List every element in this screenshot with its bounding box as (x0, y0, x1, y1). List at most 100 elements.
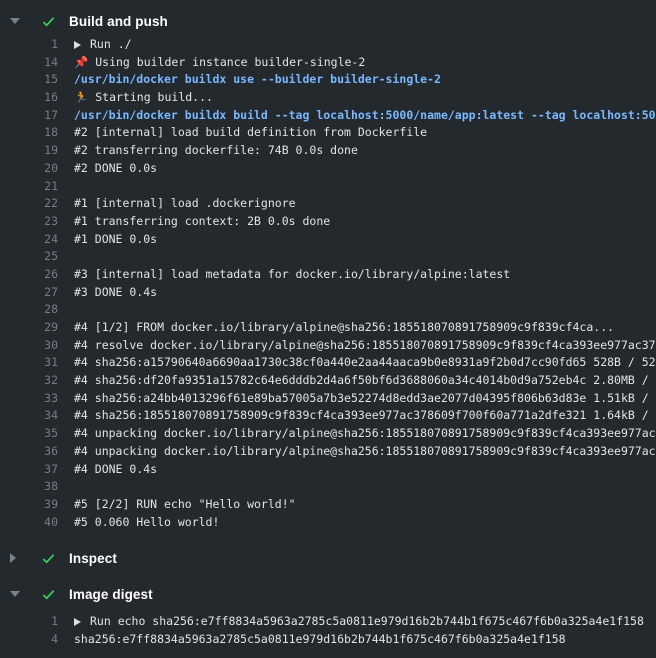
log-line: 1 Run echo sha256:e7ff8834a5963a2785c5a0… (0, 613, 656, 631)
line-number[interactable]: 15 (0, 71, 58, 89)
check-icon (41, 13, 57, 29)
check-icon (41, 586, 57, 602)
line-number[interactable]: 37 (0, 461, 58, 479)
log-line: 40 #5 0.060 Hello world! (0, 514, 656, 532)
log-line: 14 📌 Using builder instance builder-sing… (0, 54, 656, 72)
log-line: 18 #2 [internal] load build definition f… (0, 124, 656, 142)
log-line: 26 #3 [internal] load metadata for docke… (0, 266, 656, 284)
log-text: #5 [2/2] RUN echo "Hello world!" (74, 496, 296, 514)
log-line: 31 #4 sha256:a15790640a6690aa1730c38cf0a… (0, 354, 656, 372)
log-text: #4 unpacking docker.io/library/alpine@sh… (74, 425, 656, 443)
section-log-lines: 1 Run echo sha256:e7ff8834a5963a2785c5a0… (0, 609, 656, 648)
section-header-build-and-push[interactable]: Build and push (0, 6, 656, 36)
log-text: sha256:e7ff8834a5963a2785c5a0811e979d16b… (74, 631, 566, 649)
line-number[interactable]: 36 (0, 443, 58, 461)
log-text: #4 sha256:a15790640a6690aa1730c38cf0a440… (74, 354, 656, 372)
log-line: 4 sha256:e7ff8834a5963a2785c5a0811e979d1… (0, 631, 656, 649)
line-number[interactable]: 38 (0, 478, 58, 496)
log-text: /usr/bin/docker buildx use --builder bui… (74, 71, 441, 89)
log-line: 28 (0, 301, 656, 319)
line-number[interactable]: 32 (0, 372, 58, 390)
line-number[interactable]: 17 (0, 107, 58, 125)
check-icon (41, 550, 57, 566)
run-expand-icon[interactable] (74, 618, 81, 626)
log-line: 27 #3 DONE 0.4s (0, 284, 656, 302)
line-number[interactable]: 29 (0, 319, 58, 337)
log-line: 29 #4 [1/2] FROM docker.io/library/alpin… (0, 319, 656, 337)
log-line: 17 /usr/bin/docker buildx build --tag lo… (0, 107, 656, 125)
log-line: 25 (0, 248, 656, 266)
log-line: 35 #4 unpacking docker.io/library/alpine… (0, 425, 656, 443)
log-text: #4 unpacking docker.io/library/alpine@sh… (74, 443, 656, 461)
line-number[interactable]: 26 (0, 266, 58, 284)
log-text: #3 [internal] load metadata for docker.i… (74, 266, 510, 284)
chevron-down-icon[interactable] (10, 18, 20, 24)
log-line: 19 #2 transferring dockerfile: 74B 0.0s … (0, 142, 656, 160)
line-number[interactable]: 18 (0, 124, 58, 142)
line-number[interactable]: 33 (0, 390, 58, 408)
chevron-down-icon[interactable] (10, 591, 20, 597)
section-title: Build and push (69, 14, 168, 29)
line-number[interactable]: 16 (0, 89, 58, 107)
line-number[interactable]: 24 (0, 231, 58, 249)
log-text: #2 [internal] load build definition from… (74, 124, 427, 142)
line-number[interactable]: 4 (0, 631, 58, 649)
log-text: /usr/bin/docker buildx build --tag local… (74, 107, 656, 125)
section-log-lines: 1 Run ./ 14 📌 Using builder instance bui… (0, 36, 656, 531)
line-number[interactable]: 34 (0, 407, 58, 425)
log-line: 1 Run ./ (0, 36, 656, 54)
line-number[interactable]: 27 (0, 284, 58, 302)
section-title: Inspect (69, 551, 117, 566)
log-line: 39 #5 [2/2] RUN echo "Hello world!" (0, 496, 656, 514)
log-line: 20 #2 DONE 0.0s (0, 160, 656, 178)
workflow-log: Build and push 1 Run ./ 14 📌 Using build… (0, 0, 656, 649)
log-line: 36 #4 unpacking docker.io/library/alpine… (0, 443, 656, 461)
log-line: 34 #4 sha256:185518070891758909c9f839cf4… (0, 407, 656, 425)
log-line: 22 #1 [internal] load .dockerignore (0, 195, 656, 213)
line-number[interactable]: 20 (0, 160, 58, 178)
log-section-inspect: Inspect (0, 543, 656, 573)
log-text: #1 DONE 0.0s (74, 231, 157, 249)
log-line: 37 #4 DONE 0.4s (0, 461, 656, 479)
line-number[interactable]: 25 (0, 248, 58, 266)
log-text: #4 sha256:185518070891758909c9f839cf4ca3… (74, 407, 656, 425)
chevron-right-icon[interactable] (10, 553, 16, 563)
line-number[interactable]: 39 (0, 496, 58, 514)
section-header-inspect[interactable]: Inspect (0, 543, 656, 573)
section-title: Image digest (69, 587, 153, 602)
line-number[interactable]: 23 (0, 213, 58, 231)
line-number[interactable]: 40 (0, 514, 58, 532)
log-line: 15 /usr/bin/docker buildx use --builder … (0, 71, 656, 89)
line-number[interactable]: 19 (0, 142, 58, 160)
line-number[interactable]: 30 (0, 337, 58, 355)
log-text: Run echo sha256:e7ff8834a5963a2785c5a081… (90, 613, 644, 631)
line-number[interactable]: 28 (0, 301, 58, 319)
log-text: #4 DONE 0.4s (74, 461, 157, 479)
log-text: #4 resolve docker.io/library/alpine@sha2… (74, 337, 656, 355)
log-line: 30 #4 resolve docker.io/library/alpine@s… (0, 337, 656, 355)
log-text: #4 sha256:df20fa9351a15782c64e6dddb2d4a6… (74, 372, 656, 390)
line-number[interactable]: 35 (0, 425, 58, 443)
log-text: #2 transferring dockerfile: 74B 0.0s don… (74, 142, 358, 160)
log-text: Run ./ (90, 36, 132, 54)
log-line: 33 #4 sha256:a24bb4013296f61e89ba57005a7… (0, 390, 656, 408)
run-expand-icon[interactable] (74, 41, 81, 49)
log-text: 🏃 Starting build... (74, 89, 213, 107)
section-header-image-digest[interactable]: Image digest (0, 579, 656, 609)
log-line: 38 (0, 478, 656, 496)
log-line: 32 #4 sha256:df20fa9351a15782c64e6dddb2d… (0, 372, 656, 390)
log-text: #2 DONE 0.0s (74, 160, 157, 178)
line-number[interactable]: 22 (0, 195, 58, 213)
line-number[interactable]: 21 (0, 178, 58, 196)
log-line: 23 #1 transferring context: 2B 0.0s done (0, 213, 656, 231)
line-number[interactable]: 31 (0, 354, 58, 372)
log-text: 📌 Using builder instance builder-single-… (74, 54, 365, 72)
line-number[interactable]: 1 (0, 36, 58, 54)
log-line: 24 #1 DONE 0.0s (0, 231, 656, 249)
log-text: #3 DONE 0.4s (74, 284, 157, 302)
log-text: #1 transferring context: 2B 0.0s done (74, 213, 330, 231)
line-number[interactable]: 14 (0, 54, 58, 72)
log-line: 16 🏃 Starting build... (0, 89, 656, 107)
log-line: 21 (0, 178, 656, 196)
line-number[interactable]: 1 (0, 613, 58, 631)
